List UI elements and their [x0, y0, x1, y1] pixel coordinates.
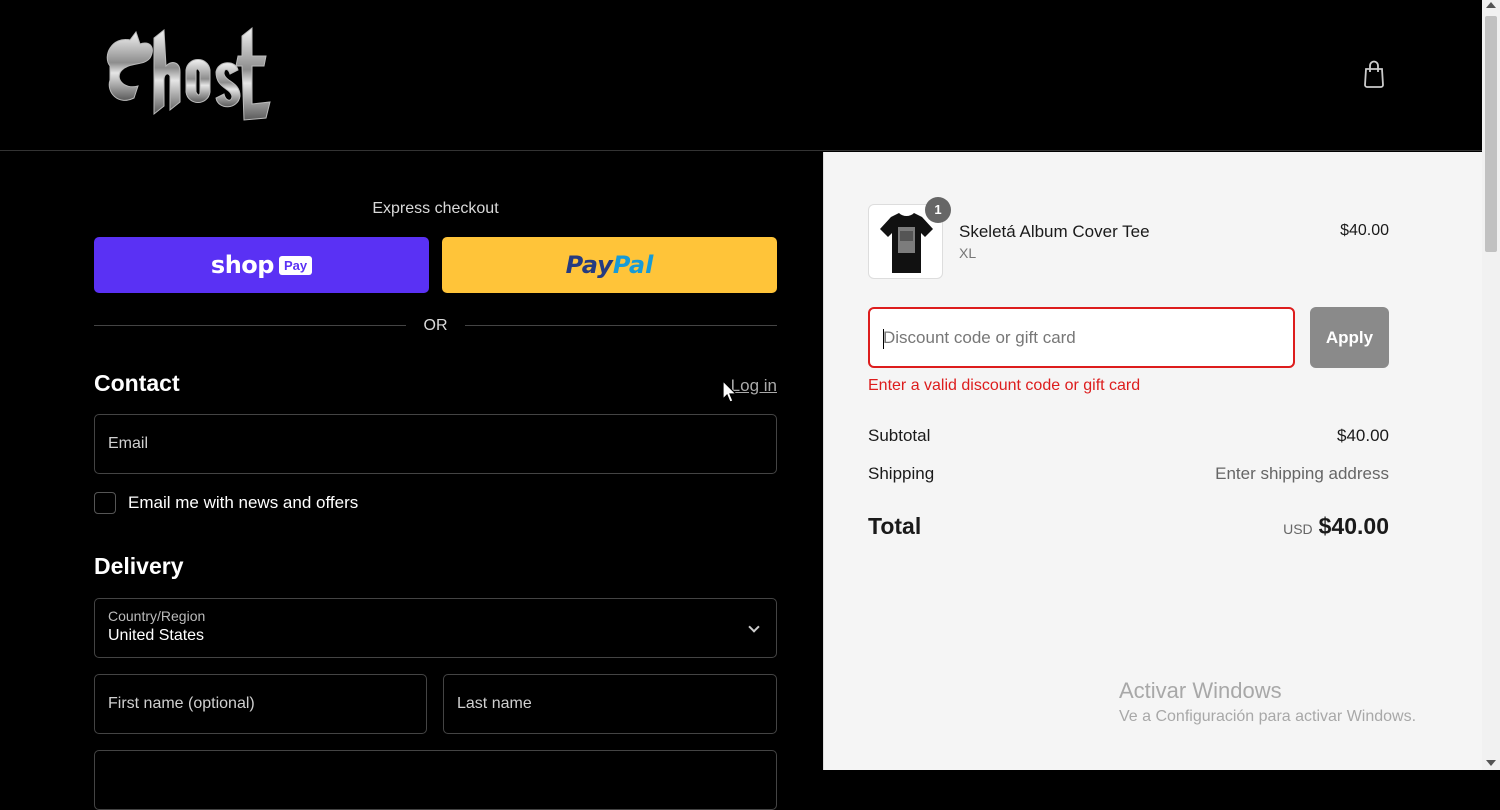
paypal-button[interactable]: Pay Pal	[442, 237, 777, 293]
scroll-down-arrow-icon[interactable]	[1486, 760, 1496, 766]
discount-error-message: Enter a valid discount code or gift card	[868, 377, 1141, 394]
total-label: Total	[868, 513, 922, 539]
apply-discount-button[interactable]: Apply	[1310, 307, 1389, 368]
paypal-wordmark-pal: Pal	[612, 251, 654, 279]
country-label: Country/Region	[108, 608, 206, 624]
product-price: $40.00	[1340, 222, 1389, 239]
log-in-link[interactable]: Log in	[700, 376, 777, 396]
windows-activation-title: Activar Windows	[1119, 678, 1282, 703]
or-divider: OR	[94, 316, 777, 336]
express-checkout-title: Express checkout	[372, 200, 499, 217]
delivery-heading: Delivery	[94, 553, 184, 579]
country-select[interactable]: Country/Region United States	[94, 598, 777, 658]
contact-heading: Contact	[94, 370, 180, 396]
scroll-up-arrow-icon[interactable]	[1486, 2, 1496, 8]
shopping-bag-icon[interactable]	[1362, 60, 1386, 88]
first-name-field[interactable]	[94, 674, 427, 734]
total-amount: $40.00	[1318, 513, 1389, 539]
discount-input[interactable]	[870, 309, 1293, 366]
shop-pay-badge: Pay	[278, 255, 313, 275]
quantity-badge: 1	[925, 197, 951, 223]
windows-activation-subtitle: Ve a Configuración para activar Windows.	[1119, 708, 1417, 725]
checkout-form-panel: Express checkout shop Pay Pay Pal OR Cont…	[0, 152, 823, 810]
newsletter-label: Email me with news and offers	[128, 493, 359, 512]
shop-pay-button[interactable]: shop Pay	[94, 237, 429, 293]
discount-field[interactable]	[868, 307, 1295, 368]
shop-pay-wordmark: shop	[210, 251, 275, 279]
email-input[interactable]	[95, 415, 776, 473]
total-value-group: USD $40.00	[1124, 513, 1389, 540]
divider-line-right	[465, 325, 777, 326]
next-address-field[interactable]	[94, 750, 777, 810]
country-value: United States	[108, 627, 205, 644]
currency-code: USD	[1283, 521, 1313, 537]
newsletter-checkbox[interactable]	[94, 492, 116, 514]
text-caret	[883, 329, 884, 349]
last-name-field[interactable]	[443, 674, 777, 734]
or-text: OR	[423, 317, 448, 334]
mouse-cursor-icon	[722, 380, 738, 403]
shipping-value: Enter shipping address	[1215, 464, 1389, 483]
ghost-logo[interactable]	[100, 26, 272, 124]
chevron-down-icon	[748, 621, 760, 633]
newsletter-option[interactable]: Email me with news and offers	[94, 492, 358, 514]
site-header	[0, 0, 1482, 151]
order-summary-panel: 1 Skeletá Album Cover Tee XL $40.00 Appl…	[823, 152, 1482, 770]
email-field[interactable]	[94, 414, 777, 474]
last-name-input[interactable]	[444, 675, 776, 733]
product-variant: XL	[959, 245, 977, 261]
paypal-wordmark-pay: Pay	[565, 251, 613, 279]
first-name-input[interactable]	[95, 675, 426, 733]
subtotal-value: $40.00	[1337, 426, 1389, 445]
subtotal-label: Subtotal	[868, 426, 931, 445]
shipping-label: Shipping	[868, 464, 935, 483]
product-name: Skeletá Album Cover Tee	[959, 222, 1150, 241]
vertical-scrollbar[interactable]	[1482, 0, 1500, 770]
scrollbar-thumb[interactable]	[1485, 16, 1497, 252]
